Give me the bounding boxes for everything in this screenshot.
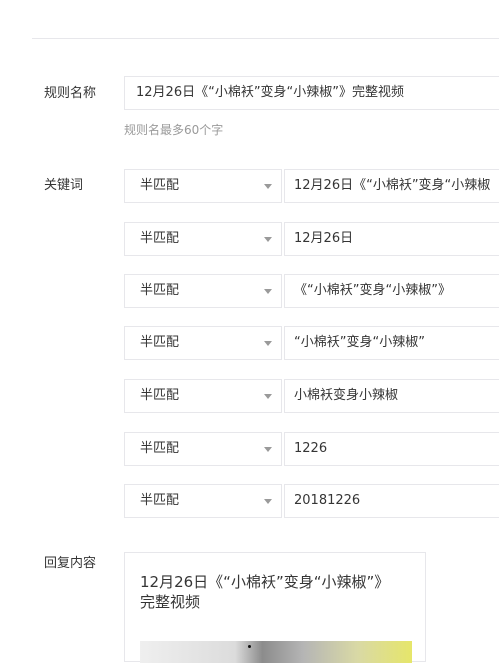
match-type-value: 半匹配 <box>140 178 180 193</box>
match-type-select[interactable]: 半匹配 <box>124 169 282 203</box>
rule-name-input[interactable]: 12月26日《“小棉袄”变身“小辣椒”》完整视频 <box>124 76 499 110</box>
match-type-select[interactable]: 半匹配 <box>124 379 282 413</box>
keyword-input[interactable]: 20181226 <box>284 484 499 518</box>
match-type-value: 半匹配 <box>140 231 180 246</box>
match-type-value: 半匹配 <box>140 493 180 508</box>
keyword-input[interactable]: “小棉袄”变身“小辣椒” <box>284 326 499 360</box>
top-divider <box>32 38 499 39</box>
match-type-value: 半匹配 <box>140 335 180 350</box>
rule-name-hint: 规则名最多60个字 <box>124 123 224 137</box>
rule-name-label: 规则名称 <box>44 86 97 101</box>
keyword-input[interactable]: 小棉袄变身小辣椒 <box>284 379 499 413</box>
match-type-select[interactable]: 半匹配 <box>124 432 282 466</box>
chevron-down-icon <box>264 289 272 294</box>
match-type-select[interactable]: 半匹配 <box>124 274 282 308</box>
reply-title: 12月26日《“小棉袄”变身“小辣椒”》完整视频 <box>140 573 382 611</box>
chevron-down-icon <box>264 184 272 189</box>
match-type-select[interactable]: 半匹配 <box>124 484 282 518</box>
keyword-input[interactable]: 《“小棉袄”变身“小辣椒”》 <box>284 274 499 308</box>
match-type-value: 半匹配 <box>140 388 180 403</box>
reply-content-label: 回复内容 <box>44 556 97 571</box>
chevron-down-icon <box>264 447 272 452</box>
match-type-value: 半匹配 <box>140 283 180 298</box>
chevron-down-icon <box>264 499 272 504</box>
match-type-select[interactable]: 半匹配 <box>124 222 282 256</box>
thumbnail-dot <box>248 645 251 648</box>
match-type-value: 半匹配 <box>140 441 180 456</box>
keywords-label: 关键词 <box>44 178 84 193</box>
chevron-down-icon <box>264 341 272 346</box>
reply-preview-card[interactable]: 12月26日《“小棉袄”变身“小辣椒”》完整视频 <box>124 552 426 663</box>
match-type-select[interactable]: 半匹配 <box>124 326 282 360</box>
chevron-down-icon <box>264 394 272 399</box>
reply-thumbnail <box>140 641 412 663</box>
keyword-input[interactable]: 12月26日 <box>284 222 499 256</box>
chevron-down-icon <box>264 237 272 242</box>
keyword-input[interactable]: 12月26日《“小棉袄”变身“小辣椒 <box>284 169 499 203</box>
keyword-input[interactable]: 1226 <box>284 432 499 466</box>
